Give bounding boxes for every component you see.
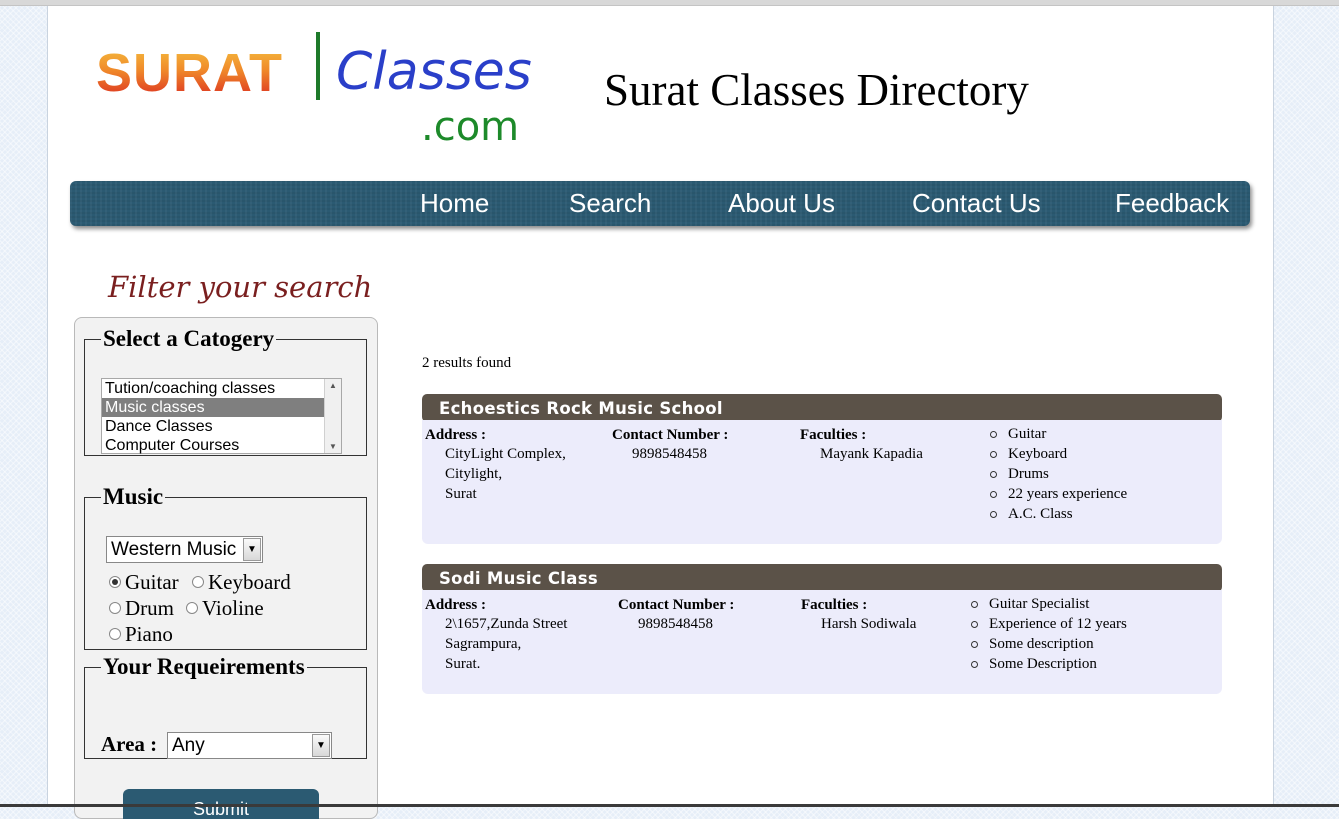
category-legend: Select a Catogery — [103, 326, 275, 351]
radio-drum[interactable]: Drum — [109, 596, 174, 621]
address-label: Address : — [425, 427, 486, 443]
contact-label: Contact Number : — [612, 427, 729, 443]
logo-surat-text: SURAT — [96, 43, 283, 103]
result-title[interactable]: Sodi Music Class — [439, 569, 598, 588]
nav-contact-us[interactable]: Contact Us — [912, 188, 1041, 219]
result-details: Address : CityLight Complex, Citylight, … — [422, 420, 1222, 544]
contact-number: 9898548458 — [632, 446, 707, 462]
requirements-legend: Your Requeirements — [103, 654, 305, 679]
chevron-down-icon[interactable]: ▼ — [243, 538, 261, 561]
faculties-label: Faculties : — [801, 597, 868, 613]
logo-classes-text: Classes — [336, 42, 532, 102]
feature-item: Some description — [970, 634, 1127, 654]
category-option-computer[interactable]: Computer Courses — [102, 436, 341, 455]
radio-checked-icon[interactable] — [109, 576, 121, 589]
radio-drum-label: Drum — [125, 596, 174, 620]
music-legend: Music — [103, 484, 164, 509]
address-label: Address : — [425, 597, 486, 613]
contact-label: Contact Number : — [618, 597, 735, 613]
address-line: Surat — [445, 486, 477, 502]
feature-item: 22 years experience — [989, 484, 1127, 504]
page-container: SURAT Classes .com Surat Classes Directo… — [47, 6, 1274, 819]
contact-number: 9898548458 — [638, 616, 713, 632]
radio-piano-label: Piano — [125, 622, 173, 646]
nav-about-us[interactable]: About Us — [728, 188, 835, 219]
feature-list: Guitar Specialist Experience of 12 years… — [970, 594, 1127, 674]
category-option-music[interactable]: Music classes — [102, 398, 324, 417]
radio-unchecked-icon[interactable] — [109, 602, 121, 615]
site-title: Surat Classes Directory — [604, 65, 1029, 115]
feature-item: Drums — [989, 464, 1127, 484]
radio-violine-label: Violine — [202, 596, 264, 620]
faculty-name: Harsh Sodiwala — [821, 616, 917, 632]
results-count: 2 results found — [422, 355, 512, 371]
feature-item: Guitar Specialist — [970, 594, 1127, 614]
area-label: Area : — [101, 732, 158, 756]
feature-item: Guitar — [989, 424, 1127, 444]
logo-divider — [316, 32, 320, 100]
result-title[interactable]: Echoestics Rock Music School — [439, 399, 723, 418]
result-details: Address : 2\1657,Zunda Street Sagrampura… — [422, 590, 1222, 694]
radio-piano[interactable]: Piano — [109, 622, 173, 647]
faculty-name: Mayank Kapadia — [820, 446, 923, 462]
category-listbox[interactable]: Tution/coaching classes Music classes Da… — [101, 378, 342, 454]
address-line: CityLight Complex, — [445, 446, 566, 462]
chevron-down-icon[interactable]: ▼ — [312, 734, 330, 757]
nav-feedback[interactable]: Feedback — [1115, 188, 1229, 219]
feature-item: Keyboard — [989, 444, 1127, 464]
radio-violine[interactable]: Violine — [186, 596, 264, 621]
requirements-fieldset: Your Requeirements Area : Any ▼ — [84, 654, 367, 759]
area-select[interactable]: Any ▼ — [167, 732, 332, 759]
radio-guitar[interactable]: Guitar — [109, 570, 179, 595]
feature-item: Some Description — [970, 654, 1127, 674]
faculties-label: Faculties : — [800, 427, 867, 443]
feature-item: Experience of 12 years — [970, 614, 1127, 634]
music-type-select[interactable]: Western Music ▼ — [106, 536, 263, 563]
logo-com-text: .com — [421, 104, 520, 150]
radio-keyboard[interactable]: Keyboard — [192, 570, 291, 595]
result-title-bar[interactable]: Echoestics Rock Music School — [422, 394, 1222, 422]
radio-unchecked-icon[interactable] — [192, 576, 204, 589]
radio-guitar-label: Guitar — [125, 570, 179, 594]
nav-home[interactable]: Home — [420, 188, 489, 219]
scroll-up-icon[interactable]: ▲ — [329, 381, 337, 390]
main-nav: Home Search About Us Contact Us Feedback — [70, 181, 1250, 226]
feature-item: A.C. Class — [989, 504, 1127, 524]
radio-keyboard-label: Keyboard — [208, 570, 291, 594]
result-title-bar[interactable]: Sodi Music Class — [422, 564, 1222, 592]
filter-sidebar: Select a Catogery Tution/coaching classe… — [74, 317, 378, 819]
scroll-down-icon[interactable]: ▼ — [329, 442, 337, 451]
radio-unchecked-icon[interactable] — [186, 602, 198, 615]
feature-list: Guitar Keyboard Drums 22 years experienc… — [989, 424, 1127, 524]
category-fieldset: Select a Catogery Tution/coaching classe… — [84, 326, 367, 456]
category-option-dance[interactable]: Dance Classes — [102, 417, 341, 436]
site-logo[interactable]: SURAT Classes .com — [96, 28, 536, 154]
address-line: Citylight, — [445, 466, 503, 482]
address-line: Surat. — [445, 656, 481, 672]
category-scrollbar[interactable]: ▲ ▼ — [324, 379, 341, 453]
address-line: Sagrampura, — [445, 636, 522, 652]
nav-search[interactable]: Search — [569, 188, 651, 219]
music-type-value: Western Music — [111, 539, 237, 560]
radio-unchecked-icon[interactable] — [109, 628, 121, 641]
music-fieldset: Music Western Music ▼ Guitar Keyboard Dr… — [84, 484, 367, 650]
filter-heading: Filter your search — [108, 270, 373, 304]
area-value: Any — [172, 735, 205, 756]
address-line: 2\1657,Zunda Street — [445, 616, 568, 632]
category-option-tution[interactable]: Tution/coaching classes — [102, 379, 341, 398]
